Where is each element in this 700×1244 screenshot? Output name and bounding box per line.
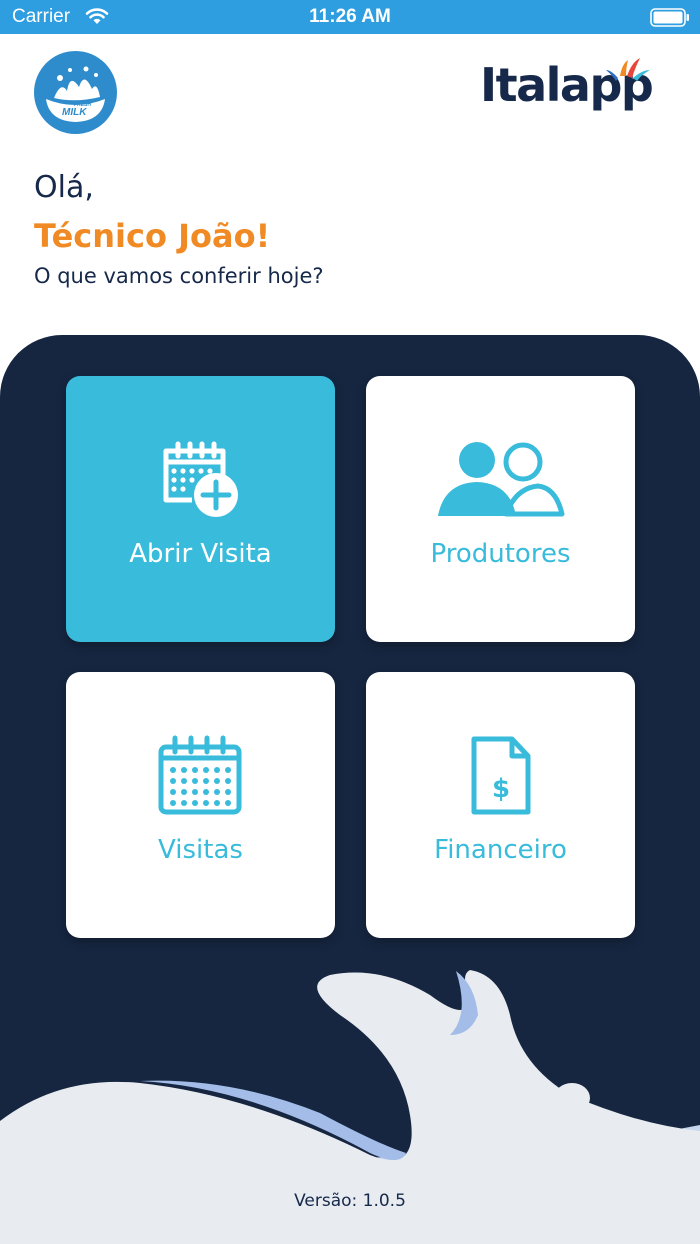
visits-tile[interactable]: Visitas	[66, 672, 335, 938]
status-bar: Carrier 11:26 AM	[0, 0, 700, 34]
italapp-logo: Italapp	[480, 56, 666, 130]
finance-tile[interactable]: $ Financeiro	[366, 672, 635, 938]
visits-label: Visitas	[158, 835, 243, 865]
open-visit-tile[interactable]: Abrir Visita	[66, 376, 335, 642]
svg-text:$: $	[492, 774, 510, 804]
fresh-milk-logo: FRESH MILK	[34, 51, 117, 134]
greeting-question: O que vamos conferir hoje?	[34, 264, 324, 288]
calendar-add-icon	[163, 441, 238, 517]
brand-logo-text: MILK	[62, 107, 87, 118]
calendar-icon	[158, 735, 242, 815]
clock: 11:26 AM	[309, 6, 391, 27]
finance-label: Financeiro	[434, 835, 567, 865]
open-visit-label: Abrir Visita	[129, 539, 272, 569]
battery-icon	[650, 8, 690, 31]
producers-tile[interactable]: Produtores	[366, 376, 635, 642]
users-icon	[438, 442, 565, 517]
invoice-dollar-icon: $	[471, 736, 531, 815]
version-label: Versão: 1.0.5	[294, 1191, 406, 1211]
user-name: Técnico João!	[34, 217, 271, 255]
menu-panel: Abrir Visita Produtores Visitas $ Financ…	[0, 335, 700, 1244]
producers-label: Produtores	[430, 539, 571, 569]
logo-splash-icon	[606, 58, 650, 81]
greeting-hello: Olá,	[34, 170, 94, 205]
